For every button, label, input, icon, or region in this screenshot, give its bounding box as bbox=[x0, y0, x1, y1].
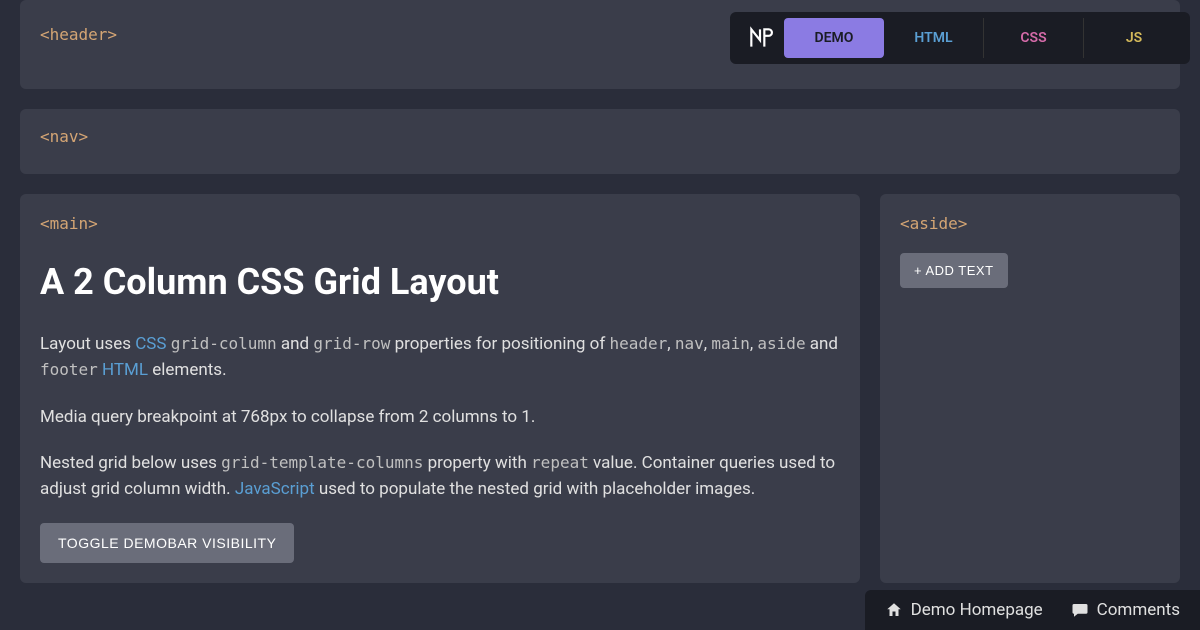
comments-label: Comments bbox=[1097, 600, 1180, 620]
text-span: and bbox=[277, 334, 314, 354]
code-aside: aside bbox=[757, 334, 805, 353]
demobar-logo-icon[interactable] bbox=[736, 25, 784, 51]
main-block: <main> A 2 Column CSS Grid Layout Layout… bbox=[20, 194, 860, 583]
text-span: , bbox=[667, 334, 675, 354]
text-span: properties for positioning of bbox=[390, 334, 609, 354]
code-footer: footer bbox=[40, 360, 98, 379]
text-span: and bbox=[806, 334, 838, 354]
code-nav: nav bbox=[675, 334, 704, 353]
text-span: Nested grid below uses bbox=[40, 453, 221, 473]
text-span: elements. bbox=[148, 360, 227, 380]
paragraph-2: Media query breakpoint at 768px to colla… bbox=[40, 404, 840, 430]
demo-homepage-label: Demo Homepage bbox=[911, 600, 1043, 620]
bottom-bar: Demo Homepage Comments bbox=[865, 590, 1200, 630]
text-span: used to populate the nested grid with pl… bbox=[315, 479, 756, 499]
tab-demo[interactable]: DEMO bbox=[784, 18, 884, 58]
tab-html[interactable]: HTML bbox=[884, 18, 984, 58]
html-link[interactable]: HTML bbox=[102, 360, 148, 380]
add-text-button[interactable]: + ADD TEXT bbox=[900, 253, 1008, 288]
css-link[interactable]: CSS bbox=[135, 334, 166, 354]
home-icon bbox=[885, 601, 903, 619]
main-tag-label: <main> bbox=[40, 214, 98, 233]
main-aside-row: <main> A 2 Column CSS Grid Layout Layout… bbox=[20, 194, 1180, 583]
nav-block: <nav> bbox=[20, 109, 1180, 174]
demobar: DEMO HTML CSS JS bbox=[730, 12, 1190, 64]
code-header: header bbox=[609, 334, 667, 353]
tab-js[interactable]: JS bbox=[1084, 18, 1184, 58]
code-grid-template-columns: grid-template-columns bbox=[221, 453, 423, 472]
demobar-tabs: DEMO HTML CSS JS bbox=[784, 18, 1184, 58]
code-grid-row: grid-row bbox=[313, 334, 390, 353]
code-main: main bbox=[711, 334, 750, 353]
page-title: A 2 Column CSS Grid Layout bbox=[40, 261, 840, 303]
text-span: Layout uses bbox=[40, 334, 135, 354]
javascript-link[interactable]: JavaScript bbox=[235, 479, 315, 499]
aside-block: <aside> + ADD TEXT bbox=[880, 194, 1180, 583]
aside-tag-label: <aside> bbox=[900, 214, 967, 233]
comments-link[interactable]: Comments bbox=[1071, 600, 1180, 620]
toggle-demobar-button[interactable]: TOGGLE DEMOBAR VISIBILITY bbox=[40, 523, 294, 563]
nav-tag-label: <nav> bbox=[40, 127, 88, 146]
paragraph-3: Nested grid below uses grid-template-col… bbox=[40, 450, 840, 503]
paragraph-1: Layout uses CSS grid-column and grid-row… bbox=[40, 331, 840, 384]
page-grid: <header> <nav> <main> A 2 Column CSS Gri… bbox=[0, 0, 1200, 583]
code-grid-column: grid-column bbox=[171, 334, 277, 353]
demo-homepage-link[interactable]: Demo Homepage bbox=[885, 600, 1043, 620]
code-repeat: repeat bbox=[531, 453, 589, 472]
header-tag-label: <header> bbox=[40, 25, 117, 44]
tab-css[interactable]: CSS bbox=[984, 18, 1084, 58]
text-span: property with bbox=[423, 453, 531, 473]
comments-icon bbox=[1071, 601, 1089, 619]
